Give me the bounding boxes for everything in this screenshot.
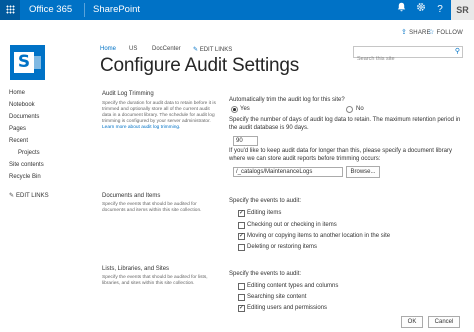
search-box: ⚲ [353,46,463,64]
auto-trim-no-radio[interactable] [346,106,353,113]
suite-divider [84,3,85,17]
checkbox-search-content[interactable] [238,294,245,301]
quicklaunch-site-contents[interactable]: Site contents [9,162,44,168]
quicklaunch-home[interactable]: Home [9,90,25,96]
share-icon: ⇪ [401,29,408,36]
lists-event-label: Searching site content [247,294,307,300]
trimming-description: Specify the duration for audit data to r… [102,101,220,131]
page-title: Configure Audit Settings [100,55,300,76]
documents-events-label: Specify the events to audit: [229,198,302,204]
pencil-icon: ✎ [193,47,199,53]
documents-description: Specify the events that should be audite… [102,202,202,213]
topnav-home[interactable]: Home [100,46,116,52]
checkbox-delete-restore[interactable] [238,244,245,251]
topnav-us[interactable]: US [129,46,137,52]
quicklaunch-recent[interactable]: Recent [9,138,28,144]
lists-description: Specify the events that should be audite… [102,275,208,286]
follow-label: FOLLOW [436,30,464,36]
browse-button[interactable]: Browse... [346,166,380,178]
ok-button[interactable]: OK [401,316,423,328]
gear-icon[interactable] [413,2,429,18]
avatar[interactable]: SR [451,0,474,20]
quicklaunch-pages[interactable]: Pages [9,126,26,132]
cancel-button[interactable]: Cancel [428,316,460,328]
auto-trim-label: Automatically trim the audit log for thi… [229,97,345,103]
documents-event-label: Moving or copying items to another locat… [247,233,391,239]
documents-event-label: Editing items [247,210,282,216]
pencil-icon: ✎ [9,193,15,199]
lists-section-title: Lists, Libraries, and Sites [102,266,170,272]
quicklaunch-edit-links-label: EDIT LINKS [16,193,49,199]
checkbox-users-permissions[interactable]: ✓ [238,305,245,312]
follow-button[interactable]: ☆ FOLLOW [428,28,463,36]
quicklaunch-projects[interactable]: Projects [18,150,40,156]
topnav-edit-links-label: EDIT LINKS [199,47,233,53]
sharepoint-app-link[interactable]: SharePoint [93,4,140,15]
checkbox-editing-items[interactable]: ✓ [238,210,245,217]
retention-days-label: Specify the number of days of audit log … [229,117,461,131]
auto-trim-yes-label: Yes [240,106,250,112]
documents-event-label: Checking out or checking in items [247,222,337,228]
trimming-description-text: Specify the duration for audit data to r… [102,101,216,124]
checkbox-checkout-checkin[interactable] [238,222,245,229]
report-library-input[interactable]: /_catalogs/MaintenanceLogs [233,167,343,177]
quicklaunch-documents[interactable]: Documents [9,114,39,120]
documents-section-title: Documents and Items [102,193,161,199]
lists-event-label: Editing content types and columns [247,283,339,289]
documents-event-label: Deleting or restoring items [247,244,318,250]
help-icon[interactable]: ? [432,2,448,18]
sharepoint-logo[interactable]: S [10,45,45,80]
trimming-section-title: Audit Log Trimming [102,91,154,97]
bell-icon[interactable] [393,2,409,18]
learn-more-link[interactable]: Learn more about audit log trimming. [102,125,180,130]
topnav-edit-links[interactable]: ✎ EDIT LINKS [193,46,232,53]
star-icon: ☆ [428,29,435,36]
checkbox-content-types[interactable] [238,283,245,290]
suite-bar: Office 365 SharePoint ? SR [0,0,474,20]
app-launcher-icon[interactable] [0,0,20,20]
quicklaunch-edit-links[interactable]: ✎ EDIT LINKS [9,192,49,199]
lists-event-label: Editing users and permissions [247,305,328,311]
search-input[interactable] [354,54,450,64]
quicklaunch-notebook[interactable]: Notebook [9,102,35,108]
quicklaunch-recycle-bin[interactable]: Recycle Bin [9,174,41,180]
auto-trim-no-label: No [356,106,364,112]
report-library-label: If you'd like to keep audit data for lon… [229,148,452,162]
office365-brand[interactable]: Office 365 [29,4,72,15]
retention-days-input[interactable]: 90 [233,136,258,146]
checkbox-move-copy[interactable]: ✓ [238,233,245,240]
search-icon[interactable]: ⚲ [455,47,460,57]
lists-events-label: Specify the events to audit: [229,271,302,277]
topnav-doccenter[interactable]: DocCenter [152,46,181,52]
auto-trim-yes-radio[interactable] [231,106,238,113]
share-button[interactable]: ⇪ SHARE [401,28,431,36]
